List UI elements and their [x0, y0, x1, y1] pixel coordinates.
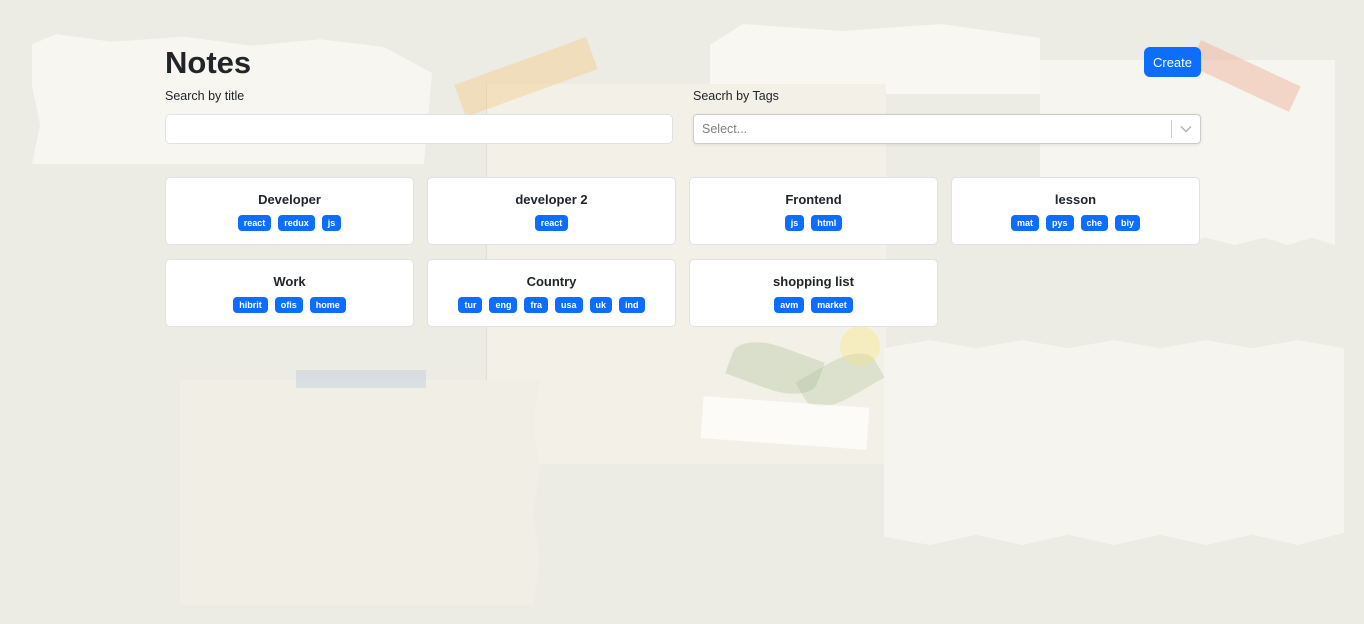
note-tags: hibrit ofis home [233, 296, 346, 313]
background-flower [840, 326, 880, 366]
background-leaf [795, 342, 885, 418]
tags-filter: Seacrh by Tags Select... [693, 88, 1201, 144]
note-tags: avm market [774, 296, 853, 313]
note-title: lesson [1054, 191, 1097, 207]
note-card[interactable]: Frontend js html [689, 177, 938, 245]
tag-badge: eng [489, 296, 518, 313]
tag-badge: home [309, 296, 346, 313]
chevron-down-icon[interactable] [1172, 125, 1200, 133]
note-tags: tur eng fra usa uk ind [458, 296, 645, 313]
tag-badge: react [237, 214, 272, 231]
note-tags: react [534, 214, 569, 231]
background-tape [700, 396, 870, 450]
note-tags: mat pys che biy [1010, 214, 1141, 231]
tag-badge: tur [458, 296, 483, 313]
note-card[interactable]: developer 2 react [427, 177, 676, 245]
title-search-input[interactable] [165, 114, 673, 144]
tag-badge: ofis [274, 296, 303, 313]
background-tape [1189, 40, 1301, 112]
note-card[interactable]: Country tur eng fra usa uk ind [427, 259, 676, 327]
background-leaf [725, 331, 825, 405]
create-button[interactable]: Create [1144, 47, 1201, 77]
background-tape [296, 370, 426, 388]
note-title: Developer [258, 191, 321, 207]
background-paper [884, 340, 1344, 545]
tag-badge: ind [619, 296, 645, 313]
note-card[interactable]: Developer react redux js [165, 177, 414, 245]
tag-badge: uk [589, 296, 613, 313]
tag-badge: che [1080, 214, 1109, 231]
tag-badge: market [811, 296, 853, 313]
note-title: Country [526, 273, 577, 289]
note-title: shopping list [773, 273, 854, 289]
tags-select-placeholder: Select... [702, 122, 748, 136]
notes-grid: Developer react redux js developer 2 react Fro… [165, 177, 1201, 327]
title-filter: Search by title [165, 88, 673, 144]
note-title: Work [273, 273, 306, 289]
notes-page: Notes Create Search by title Seacrh by T… [165, 40, 1201, 327]
page-header: Notes Create [165, 40, 1201, 86]
note-card[interactable]: lesson mat pys che biy [951, 177, 1200, 245]
filters: Search by title Seacrh by Tags Select... [165, 88, 1201, 144]
tags-search-label: Seacrh by Tags [693, 89, 779, 103]
tag-badge: fra [524, 296, 548, 313]
page-title: Notes [165, 45, 252, 80]
tag-badge: js [321, 214, 342, 231]
tag-badge: pys [1045, 214, 1074, 231]
note-title: developer 2 [515, 191, 588, 207]
background-paper [180, 380, 540, 605]
note-card[interactable]: shopping list avm market [689, 259, 938, 327]
note-card[interactable]: Work hibrit ofis home [165, 259, 414, 327]
tag-badge: usa [555, 296, 583, 313]
tag-badge: hibrit [233, 296, 268, 313]
note-title: Frontend [785, 191, 842, 207]
tag-badge: redux [278, 214, 315, 231]
tag-badge: avm [774, 296, 805, 313]
note-tags: js html [784, 214, 843, 231]
tags-select[interactable]: Select... [693, 114, 1201, 144]
tag-badge: js [784, 214, 805, 231]
tag-badge: react [534, 214, 569, 231]
tag-badge: mat [1010, 214, 1039, 231]
tag-badge: html [811, 214, 843, 231]
tag-badge: biy [1115, 214, 1141, 231]
note-tags: react redux js [237, 214, 342, 231]
title-search-label: Search by title [165, 89, 245, 103]
